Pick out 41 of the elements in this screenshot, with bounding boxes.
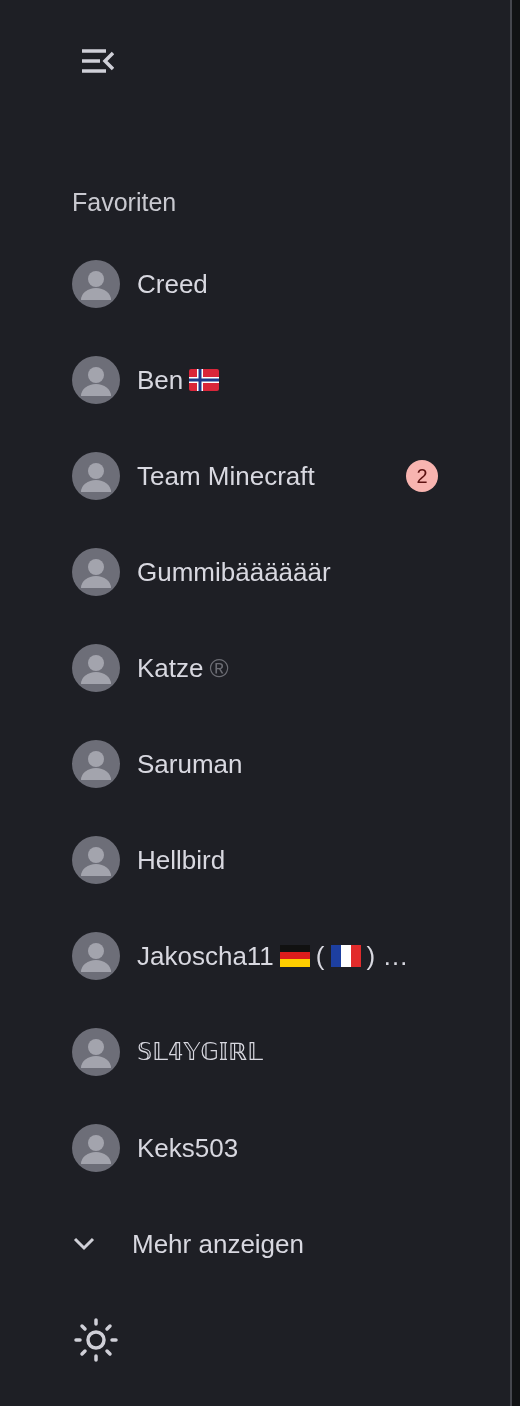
avatar <box>72 1124 120 1172</box>
avatar <box>72 1028 120 1076</box>
contact-name: 𝕊𝕃𝟜𝕐𝔾𝕀ℝ𝕃 <box>137 1037 263 1068</box>
avatar <box>72 356 120 404</box>
chevron-down-icon <box>72 1236 96 1252</box>
contact-row[interactable]: Gummibäääääär <box>72 524 510 620</box>
contact-row[interactable]: Saruman <box>72 716 510 812</box>
avatar <box>72 932 120 980</box>
flag-icon <box>189 369 220 391</box>
contact-name: Gummibäääääär <box>137 555 331 589</box>
contact-row[interactable]: Katze ® <box>72 620 510 716</box>
contact-name: Creed <box>137 267 208 301</box>
contact-row[interactable]: Jakoscha11 ( ) … <box>72 908 510 1004</box>
avatar <box>72 260 120 308</box>
avatar <box>72 740 120 788</box>
contact-name: Jakoscha11 <box>137 939 274 973</box>
contact-name: Saruman <box>137 747 243 781</box>
avatar <box>72 836 120 884</box>
contact-name: Ben <box>137 363 184 397</box>
contact-name: ) … <box>366 939 409 973</box>
flag-icon <box>330 945 361 967</box>
show-more-button[interactable]: Mehr anzeigen <box>72 1196 510 1292</box>
theme-toggle-button[interactable] <box>72 1316 120 1364</box>
contact-row[interactable]: Creed <box>72 236 510 332</box>
contact-row[interactable]: Hellbird <box>72 812 510 908</box>
flag-icon <box>279 945 310 967</box>
contact-name: ( <box>315 939 325 973</box>
registered-symbol: ® <box>209 651 229 685</box>
avatar <box>72 452 120 500</box>
contact-row[interactable]: Team Minecraft 2 <box>72 428 510 524</box>
unread-count: 2 <box>406 460 438 492</box>
contact-row[interactable]: Keks503 <box>72 1100 510 1196</box>
contact-name: Keks503 <box>137 1131 239 1165</box>
avatar <box>72 548 120 596</box>
contact-row[interactable]: 𝕊𝕃𝟜𝕐𝔾𝕀ℝ𝕃 <box>72 1004 510 1100</box>
contact-name: Hellbird <box>137 843 226 877</box>
contact-row[interactable]: Ben <box>72 332 510 428</box>
section-title: Favoriten <box>72 190 178 218</box>
contact-name: Team Minecraft <box>137 459 315 493</box>
contact-name: Katze <box>137 651 204 685</box>
avatar <box>72 644 120 692</box>
